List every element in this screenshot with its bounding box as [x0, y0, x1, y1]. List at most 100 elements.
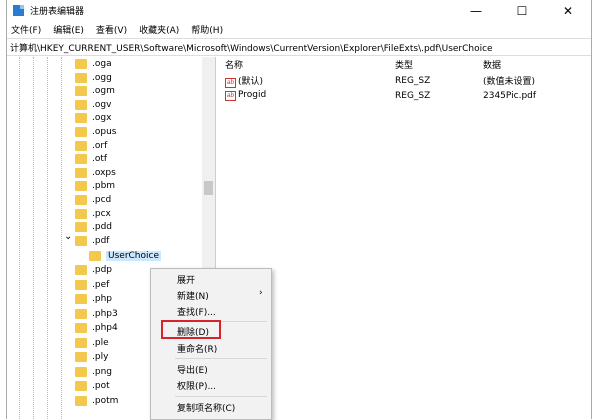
tree-item[interactable]: .png [75, 365, 112, 379]
tree-item-label: .pcx [92, 208, 111, 219]
tree-item-label: .potm [92, 395, 119, 406]
folder-icon [75, 381, 87, 392]
column-headers: 名称 类型 数据 [219, 57, 591, 72]
tree-item[interactable]: .orf [75, 139, 107, 153]
tree-item[interactable]: .pdf [75, 234, 109, 248]
menu-item-export[interactable]: 导出(E) [177, 363, 208, 376]
tree-item[interactable]: .pot [75, 379, 110, 393]
tree-item-label: .ogm [92, 86, 115, 97]
folder-icon [75, 208, 87, 219]
value-row[interactable]: ab (默认) REG_SZ (数值未设置) [219, 73, 591, 88]
folder-icon [75, 113, 87, 124]
tree-item[interactable]: .pcd [75, 193, 111, 207]
folder-icon [75, 72, 87, 83]
folder-icon [75, 99, 87, 110]
menu-item-copy-key-name[interactable]: 复制项名称(C) [177, 401, 235, 414]
menu-view[interactable]: 查看(V) [96, 23, 127, 36]
menu-help[interactable]: 帮助(H) [191, 23, 223, 36]
registry-editor-window: 注册表编辑器 — ☐ ✕ 文件(F) 编辑(E) 查看(V) 收藏夹(A) 帮助… [6, 0, 592, 419]
folder-icon [75, 222, 87, 233]
menu-item-find[interactable]: 查找(F)... [177, 305, 216, 318]
tree-item[interactable]: .ple [75, 336, 109, 350]
menu-item-delete[interactable]: 删除(D) [177, 325, 209, 338]
folder-icon [75, 235, 87, 246]
folder-icon [75, 265, 87, 276]
tree-item-label: .png [92, 366, 112, 377]
tree-item-label: .oxps [92, 167, 116, 178]
tree-item-label: .ogx [92, 113, 112, 124]
tree-item-selected[interactable]: UserChoice [89, 249, 161, 263]
tree-item-label: .ple [92, 337, 109, 348]
collapse-chevron-icon[interactable]: ⌄ [64, 231, 72, 242]
tree-item-label: .pdp [92, 265, 112, 276]
folder-icon [75, 86, 87, 97]
folder-icon [75, 127, 87, 137]
context-menu: 展开 新建(N) › 查找(F)... 删除(D) 重命名(R) 导出(E) 权… [150, 268, 272, 420]
tree-item[interactable]: .php4 [75, 321, 118, 335]
maximize-button[interactable]: ☐ [499, 4, 545, 18]
tree-item[interactable]: .ogv [75, 98, 111, 112]
menu-favorites[interactable]: 收藏夹(A) [139, 23, 179, 36]
tree-item-label: .opus [92, 127, 117, 137]
tree-item-label: .pef [92, 279, 110, 290]
tree-item[interactable]: .ply [75, 350, 108, 364]
tree-item[interactable]: .ogm [75, 84, 115, 98]
tree-item-label: .ogg [92, 72, 112, 83]
tree-item[interactable]: .pdd [75, 220, 112, 234]
folder-icon [75, 366, 87, 377]
tree-item[interactable]: .php [75, 292, 112, 306]
tree-item-label: UserChoice [106, 250, 161, 261]
header-type[interactable]: 类型 [395, 58, 413, 71]
tree-item[interactable]: .oxps [75, 166, 116, 180]
menu-edit[interactable]: 编辑(E) [53, 23, 84, 36]
folder-icon [75, 308, 87, 319]
tree-item[interactable]: .otf [75, 152, 107, 166]
menu-item-new[interactable]: 新建(N) [177, 289, 209, 302]
value-row[interactable]: ab Progid REG_SZ 2345Pic.pdf [219, 88, 591, 103]
close-button[interactable]: ✕ [545, 4, 591, 18]
address-bar[interactable]: 计算机\HKEY_CURRENT_USER\Software\Microsoft… [7, 38, 591, 56]
menu-item-expand[interactable]: 展开 [177, 273, 195, 286]
string-value-icon: ab [225, 77, 236, 88]
tree-item[interactable]: .ogx [75, 111, 111, 125]
header-name[interactable]: 名称 [225, 58, 243, 71]
tree-item-label: .pcd [92, 195, 112, 205]
tree-item[interactable]: .php3 [75, 307, 118, 321]
tree-item-label: .php3 [92, 308, 118, 319]
menu-file[interactable]: 文件(F) [11, 23, 41, 36]
menu-item-rename[interactable]: 重命名(R) [177, 342, 217, 355]
window-title: 注册表编辑器 [30, 7, 85, 17]
tree-item[interactable]: .pdp [75, 263, 112, 277]
folder-icon [75, 279, 87, 290]
submenu-arrow-icon: › [259, 288, 263, 298]
tree-item[interactable]: .pcx [75, 207, 111, 221]
tree-item[interactable]: .potm [75, 394, 118, 408]
tree-item-label: .pdd [92, 222, 112, 233]
tree-item[interactable]: .opus [75, 125, 116, 139]
tree-item[interactable]: .pef [75, 278, 109, 292]
tree-item-label: .pot [92, 381, 110, 392]
folder-icon [75, 154, 87, 165]
folder-icon [75, 294, 87, 305]
tree-item-label: .ogv [92, 99, 112, 110]
header-data[interactable]: 数据 [483, 58, 501, 71]
tree-item-label: .ply [92, 352, 109, 363]
folder-icon [75, 395, 87, 406]
folder-icon [75, 352, 87, 363]
tree-item-label: .php [92, 294, 112, 305]
tree-item-label: .pbm [92, 181, 116, 192]
folder-icon [75, 181, 87, 192]
folder-icon [75, 195, 87, 205]
menu-item-permissions[interactable]: 权限(P)... [177, 379, 216, 392]
tree-item-label: .pdf [92, 235, 110, 246]
folder-icon [75, 167, 87, 178]
tree-item[interactable]: .oga [75, 57, 112, 71]
tree-item-label: .orf [92, 140, 108, 151]
folder-icon [75, 59, 87, 69]
folder-icon [75, 337, 87, 348]
tree-item-label: .otf [92, 154, 108, 165]
folder-icon [89, 250, 101, 261]
tree-item[interactable]: .pbm [75, 179, 115, 193]
minimize-button[interactable]: — [453, 4, 499, 18]
tree-item[interactable]: .ogg [75, 71, 112, 85]
